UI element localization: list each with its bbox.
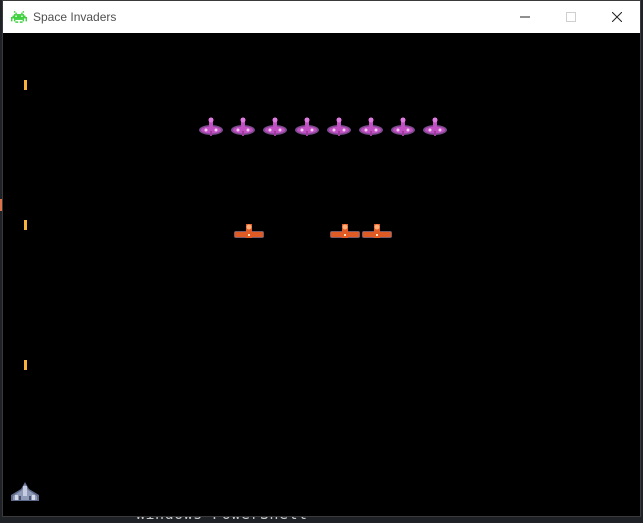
bullet <box>24 360 27 370</box>
purple-invader <box>391 117 415 136</box>
close-icon[interactable] <box>594 1 640 33</box>
game-canvas[interactable] <box>3 33 640 516</box>
purple-invader <box>327 117 351 136</box>
purple-invader <box>231 117 255 136</box>
bullet <box>24 80 27 90</box>
window-title: Space Invaders <box>33 10 117 24</box>
orange-invader <box>234 224 264 238</box>
title-bar[interactable]: Space Invaders <box>3 1 640 33</box>
space-invader-icon <box>11 11 27 23</box>
purple-invader <box>423 117 447 136</box>
purple-invader <box>263 117 287 136</box>
minimize-icon[interactable] <box>502 1 548 33</box>
player-ship <box>11 482 39 501</box>
purple-invader <box>295 117 319 136</box>
orange-invader <box>330 224 360 238</box>
window-controls <box>502 1 640 33</box>
purple-invader <box>199 117 223 136</box>
purple-invader <box>359 117 383 136</box>
game-window: Space Invaders <box>2 0 641 517</box>
bullet <box>24 220 27 230</box>
orange-invader <box>362 224 392 238</box>
maximize-icon[interactable] <box>548 1 594 33</box>
